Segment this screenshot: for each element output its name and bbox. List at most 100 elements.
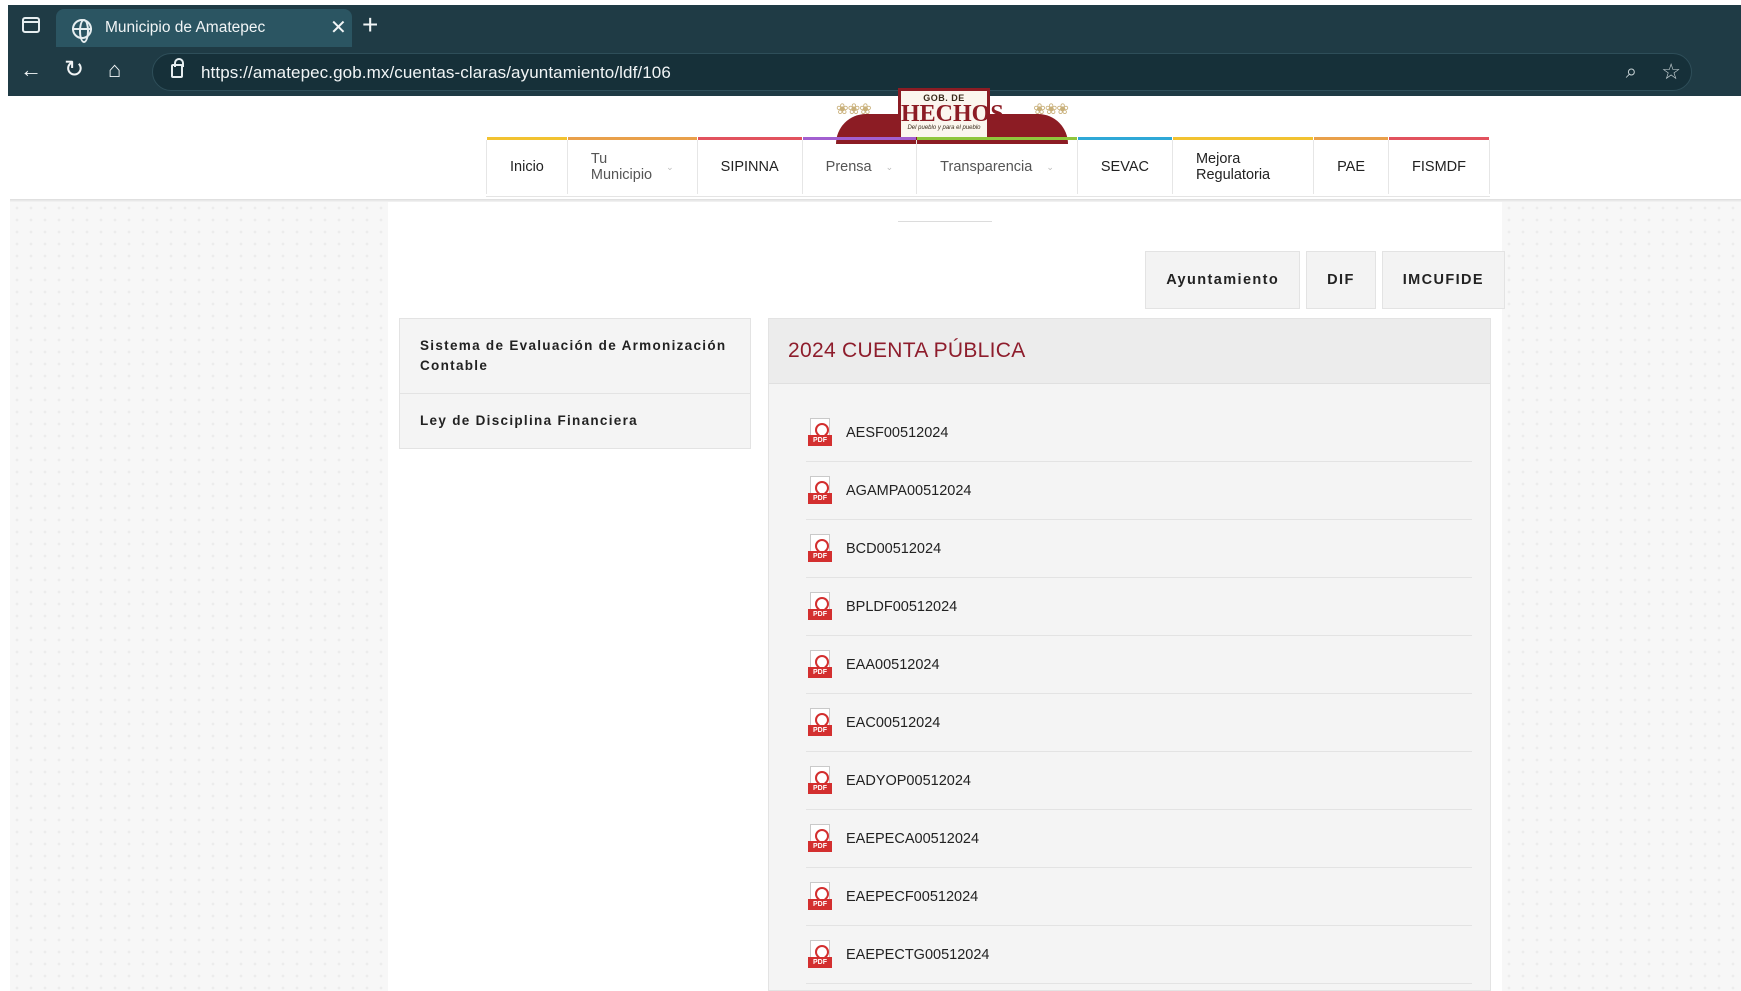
logo-line3: Del pueblo y para el pueblo xyxy=(907,125,981,131)
browser-tab-active[interactable]: Municipio de Amatepec ✕ xyxy=(56,9,352,47)
tab-dif[interactable]: DIF xyxy=(1306,251,1376,309)
menu-item-mejora-regulatoria[interactable]: Mejora Regulatoria xyxy=(1172,137,1315,194)
pdf-icon[interactable]: PDF xyxy=(808,939,832,970)
tab-ayuntamiento[interactable]: Ayuntamiento xyxy=(1145,251,1301,309)
tab-close-icon[interactable]: ✕ xyxy=(330,15,347,40)
menu-item-inicio[interactable]: Inicio xyxy=(486,137,568,194)
file-link[interactable]: EAEPECF00512024 xyxy=(846,889,978,905)
file-link[interactable]: AESF00512024 xyxy=(846,425,948,441)
back-arrow-icon[interactable]: ← xyxy=(20,57,42,83)
pdf-tag: PDF xyxy=(808,840,832,852)
sidebar-toggle-icon[interactable] xyxy=(20,15,42,37)
menu-item-color-bar xyxy=(487,137,567,140)
url-text[interactable]: https://amatepec.gob.mx/cuentas-claras/a… xyxy=(201,63,671,83)
menu-item-label: Mejora Regulatoria xyxy=(1195,151,1271,183)
content-header: 2024 CUENTA PÚBLICA xyxy=(769,319,1490,384)
pdf-icon[interactable]: PDF xyxy=(808,765,832,796)
chevron-down-icon: ⌄ xyxy=(885,161,894,172)
menu-item-color-bar xyxy=(802,137,917,140)
zoom-icon[interactable]: ⌕ xyxy=(1626,61,1637,84)
file-link[interactable]: BPLDF00512024 xyxy=(846,599,957,615)
new-tab-button[interactable]: + xyxy=(362,9,378,41)
pdf-tag: PDF xyxy=(808,898,832,910)
file-link[interactable]: EAC00512024 xyxy=(846,715,940,731)
pdf-tag: PDF xyxy=(808,608,832,620)
background-pattern-left xyxy=(10,202,388,991)
menu-item-color-bar xyxy=(917,137,1077,140)
chevron-down-icon: ⌄ xyxy=(1046,161,1054,172)
list-item[interactable]: PDF AGAMPA00512024 xyxy=(806,462,1472,520)
list-item[interactable]: PDF BCD00512024 xyxy=(806,520,1472,578)
pdf-tag: PDF xyxy=(808,492,832,504)
sidebar-item-1[interactable]: Ley de Disciplina Financiera xyxy=(400,394,750,448)
menu-item-prensa[interactable]: Prensa ⌄ xyxy=(802,137,918,194)
menu-item-label: Prensa xyxy=(825,159,872,175)
sidebar: Sistema de Evaluación de Armonización Co… xyxy=(399,318,751,449)
list-item[interactable]: PDF EAEPECF00512024 xyxy=(806,868,1472,926)
department-tabs: Ayuntamiento DIF IMCUFIDE xyxy=(1145,251,1505,309)
chevron-down-icon: ⌄ xyxy=(666,161,674,172)
pdf-icon[interactable]: PDF xyxy=(808,591,832,622)
main-menu: Inicio Tu Municipio ⌄ SIPINNA Prensa ⌄ Transpa… xyxy=(486,132,1490,197)
menu-item-tu-municipio[interactable]: Tu Municipio ⌄ xyxy=(567,137,698,194)
menu-item-color-bar xyxy=(697,137,802,140)
menu-item-color-bar xyxy=(1314,137,1389,140)
file-link[interactable]: BCD00512024 xyxy=(846,541,941,557)
file-link[interactable]: EAEPECA00512024 xyxy=(846,831,979,847)
menu-item-label: SEVAC xyxy=(1100,159,1149,175)
menu-item-color-bar xyxy=(567,137,697,140)
pdf-icon[interactable]: PDF xyxy=(808,533,832,564)
menu-item-fismdf[interactable]: FISMDF xyxy=(1389,137,1490,194)
list-item[interactable]: PDF EAA00512024 xyxy=(806,636,1472,694)
file-link[interactable]: EADYOP00512024 xyxy=(846,773,971,789)
list-item[interactable]: PDF BPLDF00512024 xyxy=(806,578,1472,636)
background-pattern-right xyxy=(1502,202,1741,991)
menu-item-label: FISMDF xyxy=(1412,159,1466,175)
section-separator xyxy=(898,221,992,222)
menu-item-color-bar xyxy=(1389,137,1489,140)
pdf-tag: PDF xyxy=(808,434,832,446)
menu-item-pae[interactable]: PAE xyxy=(1314,137,1390,194)
list-item[interactable]: PDF EADYOP00512024 xyxy=(806,752,1472,810)
browser-chrome: Municipio de Amatepec ✕ + ← ↻ ⌂ https://… xyxy=(8,5,1741,96)
web-page: ❀❀❀ ❀❀❀ GOB. DE HECHOS Del pueblo y para… xyxy=(10,88,1741,991)
reload-icon[interactable]: ↻ xyxy=(64,55,84,84)
pdf-icon[interactable]: PDF xyxy=(808,823,832,854)
pdf-tag: PDF xyxy=(808,782,832,794)
home-icon[interactable]: ⌂ xyxy=(108,57,121,83)
list-item[interactable]: PDF EAC00512024 xyxy=(806,694,1472,752)
header-divider xyxy=(10,199,1741,202)
menu-item-label: Transparencia xyxy=(940,159,1033,175)
pdf-icon[interactable]: PDF xyxy=(808,649,832,680)
lock-icon[interactable] xyxy=(171,58,184,78)
menu-item-label: Inicio xyxy=(510,159,544,175)
pdf-icon[interactable]: PDF xyxy=(808,707,832,738)
file-link[interactable]: AGAMPA00512024 xyxy=(846,483,971,499)
menu-item-color-bar xyxy=(1077,137,1172,140)
address-bar[interactable]: https://amatepec.gob.mx/cuentas-claras/a… xyxy=(152,53,1692,91)
menu-item-color-bar xyxy=(1172,137,1314,140)
tab-title: Municipio de Amatepec xyxy=(105,19,266,36)
list-item[interactable]: PDF AESF00512024 xyxy=(806,404,1472,462)
logo-decoration-right: ❀❀❀ xyxy=(1033,101,1069,118)
pdf-tag: PDF xyxy=(808,550,832,562)
file-link[interactable]: EAEPECTG00512024 xyxy=(846,947,989,963)
tab-strip: Municipio de Amatepec ✕ + xyxy=(8,5,1741,47)
pdf-icon[interactable]: PDF xyxy=(808,881,832,912)
content-title: 2024 CUENTA PÚBLICA xyxy=(788,339,1026,362)
list-item[interactable]: PDF EAEPECTG00512024 xyxy=(806,926,1472,984)
menu-item-sipinna[interactable]: SIPINNA xyxy=(697,137,803,194)
menu-item-label: SIPINNA xyxy=(720,159,779,175)
menu-item-sevac[interactable]: SEVAC xyxy=(1077,137,1173,194)
file-link[interactable]: EAA00512024 xyxy=(846,657,940,673)
menu-item-transparencia[interactable]: Transparencia ⌄ xyxy=(917,137,1078,194)
menu-item-label: Tu Municipio xyxy=(590,151,653,183)
list-item[interactable]: PDF EAEPECA00512024 xyxy=(806,810,1472,868)
pdf-icon[interactable]: PDF xyxy=(808,417,832,448)
content-panel: 2024 CUENTA PÚBLICA PDF AESF00512024 PDF AG… xyxy=(768,318,1491,991)
tab-imcufide[interactable]: IMCUFIDE xyxy=(1381,251,1505,309)
logo-decoration-left: ❀❀❀ xyxy=(836,101,872,118)
star-icon[interactable]: ☆ xyxy=(1661,59,1681,85)
sidebar-item-0[interactable]: Sistema de Evaluación de Armonización Co… xyxy=(400,319,750,394)
pdf-icon[interactable]: PDF xyxy=(808,475,832,506)
